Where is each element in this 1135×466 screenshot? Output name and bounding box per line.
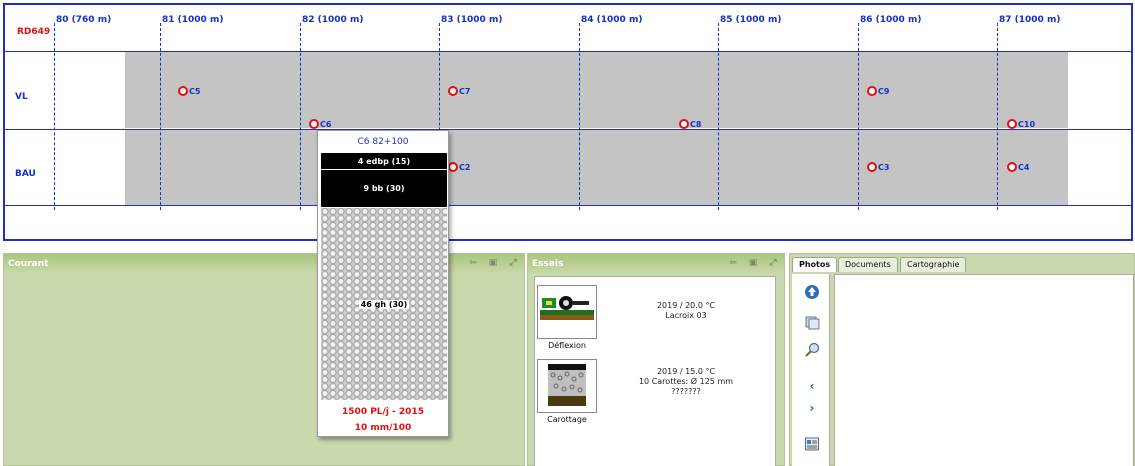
km-line-80 [54,23,55,210]
tab-documents[interactable]: Documents [838,257,898,272]
deflection-icon [537,285,597,339]
camera-library-icon[interactable] [804,314,820,330]
km-marker: 80 (760 m) [56,15,112,25]
maximize-icon[interactable]: ⤢ [508,258,518,268]
vl-lane-surface [125,52,1068,128]
km-marker: 86 (1000 m) [860,15,922,25]
road-name: RD649 [17,27,51,37]
deflection-text: 10 mm/100 [354,423,412,433]
app-window: RD649 80 (760 m) 81 (1000 m) 82 (1000 m)… [0,0,1135,466]
photo-toolbar: ‹ › [792,274,830,466]
layer-bb: 9 bb (30) [321,170,447,207]
core-ring-icon [309,119,319,129]
popup-title: C6 82+100 [357,137,409,147]
km-marker: 83 (1000 m) [441,15,503,25]
km-marker: 84 (1000 m) [581,15,643,25]
core-detail-popup: C6 82+100 4 edbp (15) 9 bb (30) 46 gh (3… [317,130,449,437]
layer-gh: 46 gh (30) [321,208,447,400]
test-name: Déflexion [548,341,586,350]
core-ring-icon [1007,162,1017,172]
core-ring-icon [867,86,877,96]
zoom-icon[interactable] [804,342,820,358]
tests-list: Déflexion 2019 / 20.0 °C Lacroix 03 Caro… [534,276,776,466]
km-marker: 81 (1000 m) [162,15,224,25]
road-profile-panel[interactable]: RD649 80 (760 m) 81 (1000 m) 82 (1000 m)… [3,3,1133,241]
km-line-87 [997,23,998,210]
upload-icon[interactable] [804,284,820,300]
pin-icon[interactable]: ⇦ [468,258,478,268]
km-line-86 [858,23,859,210]
header-divider [5,51,1131,52]
lane-divider [5,129,1131,130]
essais-panel-title: Essais [532,259,564,269]
km-line-84 [579,23,580,210]
restore-icon[interactable]: ▣ [488,258,498,268]
bau-divider [5,205,1131,206]
lane-label-vl: VL [15,92,28,102]
layer-edbp: 4 edbp (15) [321,153,447,169]
restore-icon[interactable]: ▣ [748,258,758,268]
courant-panel-title: Courant [8,259,49,269]
core-ring-icon [867,162,877,172]
core-ring-icon [178,86,188,96]
tab-cartographie[interactable]: Cartographie [900,257,967,272]
test-item-deflexion[interactable]: Déflexion 2019 / 20.0 °C Lacroix 03 [535,283,775,355]
pin-icon[interactable]: ⇦ [728,258,738,268]
km-line-82 [300,23,301,210]
maximize-icon[interactable]: ⤢ [768,258,778,268]
km-line-81 [160,23,161,210]
km-marker: 87 (1000 m) [999,15,1061,25]
document-view-icon[interactable] [804,436,820,452]
lane-label-bau: BAU [15,169,36,179]
essais-panel: Essais ⇦ ▣ ⤢ Déflexion 2019 / 20.0 °C La… [527,253,785,466]
core-ring-icon [448,162,458,172]
km-marker: 82 (1000 m) [302,15,364,25]
core-ring-icon [448,86,458,96]
core-ring-icon [1007,119,1017,129]
previous-icon[interactable]: ‹ [804,378,820,394]
bau-lane-surface [125,130,1068,205]
test-info: 2019 / 20.0 °C Lacroix 03 [656,301,716,320]
core-ring-icon [679,119,689,129]
traffic-text: 1500 PL/j - 2015 [342,407,424,417]
test-info: 2019 / 15.0 °C 10 Carottes: Ø 125 mm ???… [638,367,734,396]
core-sample-icon [537,359,597,413]
tab-photos[interactable]: Photos [792,257,838,272]
media-panel: Photos Documents Cartographie ‹ › [789,253,1135,466]
photo-viewer[interactable] [834,274,1134,466]
test-item-carottage[interactable]: Carottage 2019 / 15.0 °C 10 Carottes: Ø … [535,357,775,429]
next-icon[interactable]: › [804,400,820,416]
km-line-85 [718,23,719,210]
essais-panel-header: Essais ⇦ ▣ ⤢ [528,254,784,273]
km-marker: 85 (1000 m) [720,15,782,25]
test-name: Carottage [547,415,587,424]
